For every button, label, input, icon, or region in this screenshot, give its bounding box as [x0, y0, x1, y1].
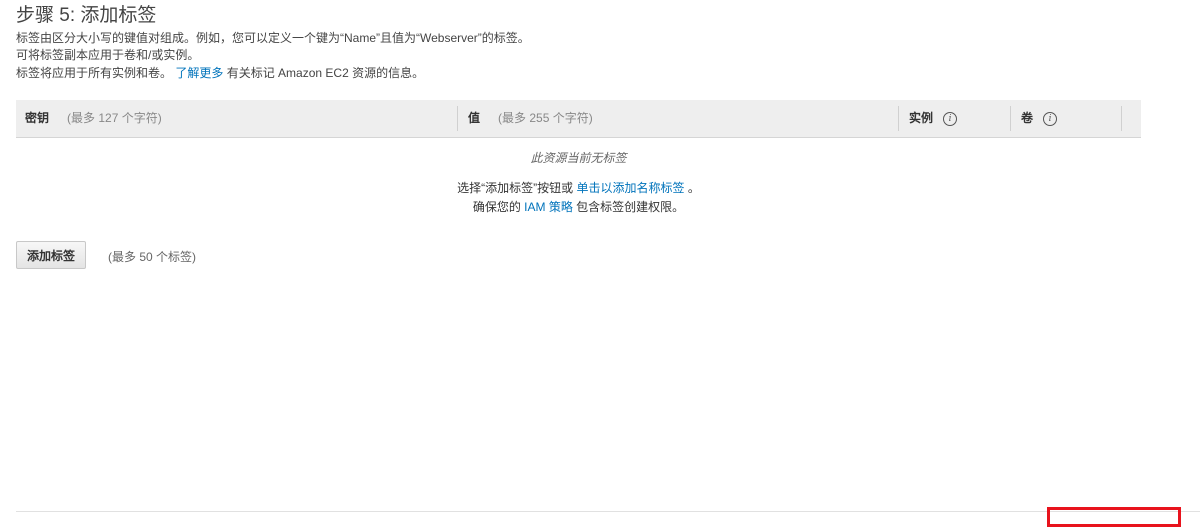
empty-state-hint-2: 确保您的 IAM 策略 包含标签创建权限。: [16, 199, 1141, 215]
description-line-3: 标签将应用于所有实例和卷。 了解更多 有关标记 Amazon EC2 资源的信息…: [16, 65, 424, 81]
column-divider: [457, 106, 458, 131]
highlight-box: [1047, 507, 1181, 527]
empty-hint-2-prefix: 确保您的: [472, 200, 525, 214]
empty-state-hint-1: 选择“添加标签”按钮或 单击以添加名称标签 。: [16, 180, 1141, 196]
description-line-3-suffix: 有关标记 Amazon EC2 资源的信息。: [226, 66, 425, 80]
column-value: 值 (最多 255 个字符): [468, 100, 593, 137]
empty-hint-1-suffix: 。: [684, 181, 700, 195]
add-tag-button[interactable]: 添加标签: [16, 241, 86, 269]
iam-policy-link[interactable]: IAM 策略: [524, 200, 573, 214]
column-divider: [1010, 106, 1011, 131]
tag-table-header: 密钥 (最多 127 个字符) 值 (最多 255 个字符) 实例 i 卷i: [16, 100, 1141, 138]
tag-limit-note: (最多 50 个标签): [108, 250, 197, 264]
empty-state-message: 此资源当前无标签: [530, 151, 627, 165]
description-line-1: 标签由区分大小写的键值对组成。例如，您可以定义一个键为“Name”且值为“Web…: [16, 31, 530, 45]
column-value-hint: (最多 255 个字符): [498, 111, 593, 125]
description-line-3-prefix: 标签将应用于所有实例和卷。: [16, 66, 173, 80]
column-key: 密钥 (最多 127 个字符): [25, 100, 162, 137]
empty-hint-2-suffix: 包含标签创建权限。: [572, 200, 685, 214]
column-key-hint: (最多 127 个字符): [67, 111, 162, 125]
description-line-2: 可将标签副本应用于卷和/或实例。: [16, 48, 200, 62]
info-icon[interactable]: i: [943, 111, 958, 126]
column-instances-label: 实例: [909, 111, 934, 125]
info-icon[interactable]: i: [1043, 111, 1058, 126]
empty-hint-1-prefix: 选择“添加标签”按钮或: [457, 181, 577, 195]
column-divider: [898, 106, 899, 131]
footer-divider: [16, 511, 1200, 512]
column-volumes-label: 卷: [1021, 111, 1034, 125]
column-instances: 实例 i: [909, 100, 958, 137]
column-value-label: 值: [468, 111, 481, 125]
page-title: 步骤 5: 添加标签: [16, 5, 157, 26]
column-key-label: 密钥: [25, 111, 50, 125]
column-divider: [1121, 106, 1122, 131]
learn-more-link[interactable]: 了解更多: [175, 66, 223, 80]
add-name-tag-link[interactable]: 单击以添加名称标签: [576, 181, 684, 195]
column-volumes: 卷i: [1021, 100, 1058, 137]
